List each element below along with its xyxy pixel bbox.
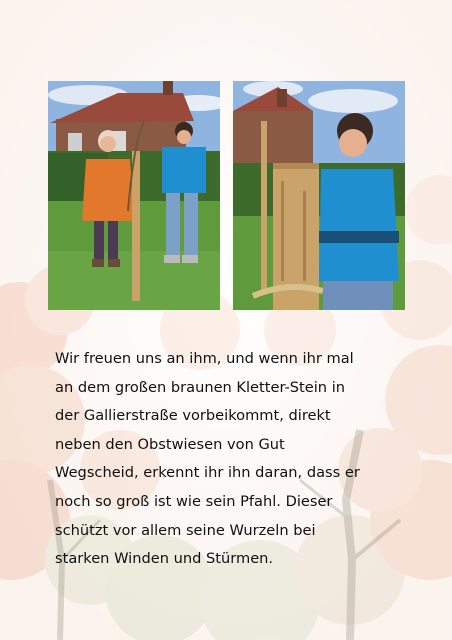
paragraph-line: schützt vor allem seine Wurzeln bei (55, 521, 316, 539)
paragraph-line: noch so groß ist wie sein Pfahl. Dieser (55, 492, 333, 510)
paragraph-line: der Gallierstraße vorbeikommt, direkt (55, 407, 331, 425)
paragraph-text: Wir freuen uns an ihm, und wenn ihr mal … (55, 345, 405, 574)
paragraph-line: Wir freuen uns an ihm, und wenn ihr mal (55, 350, 354, 367)
paragraph-line: Wegscheid, erkennt ihr ihn daran, dass e… (55, 464, 360, 482)
paragraph-line: neben den Obstwiesen von Gut (55, 435, 285, 453)
photo-boy-with-tree-stake (233, 81, 405, 310)
paragraph-line: an dem großen braunen Kletter-Stein in (55, 378, 346, 396)
paragraph-line: starken Winden und Stürmen. (55, 550, 274, 568)
photo-woman-and-boy-with-tree (48, 81, 220, 310)
